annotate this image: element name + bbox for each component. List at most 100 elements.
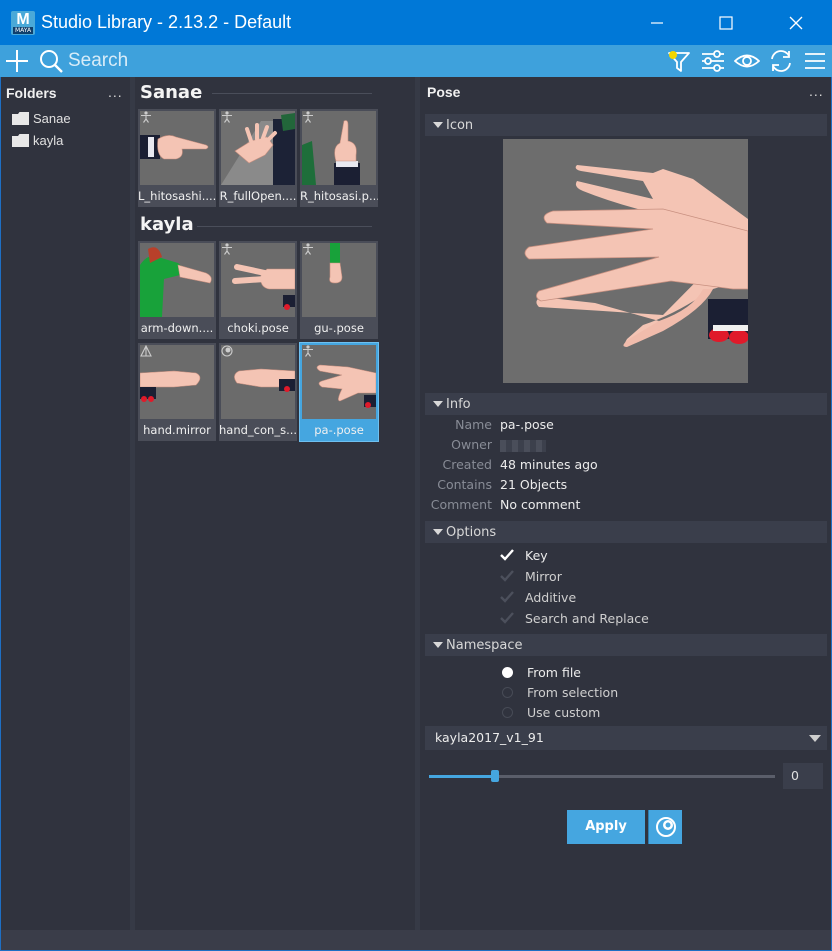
- info-label: Created: [442, 457, 492, 472]
- collapse-icon: [433, 122, 443, 128]
- apply-button[interactable]: Apply: [567, 810, 645, 844]
- option-label: Search and Replace: [525, 610, 649, 626]
- main-area: Folders ... Sanae kayla Sanae L_hitosash…: [1, 77, 831, 950]
- info-row-contains: Contains 21 Objects: [420, 477, 831, 497]
- blend-slider-handle[interactable]: [490, 770, 499, 782]
- sliders-button[interactable]: [700, 48, 726, 74]
- blend-slider-fill: [429, 775, 495, 778]
- option-key[interactable]: Key: [500, 545, 548, 565]
- folder-item-kayla[interactable]: kayla: [12, 131, 63, 149]
- option-search-replace[interactable]: Search and Replace: [500, 608, 649, 628]
- namespace-value: kayla2017_v1_91: [435, 730, 544, 745]
- folder-label: kayla: [33, 132, 64, 148]
- sync-button[interactable]: [768, 48, 794, 74]
- pose-item[interactable]: gu-.pose: [300, 241, 378, 339]
- section-namespace-header[interactable]: Namespace: [425, 634, 827, 656]
- info-label: Comment: [430, 497, 492, 512]
- namespace-from-file[interactable]: From file: [500, 662, 581, 682]
- info-label: Owner: [451, 437, 492, 452]
- info-value: No comment: [500, 497, 581, 512]
- minimize-button[interactable]: [622, 0, 692, 45]
- blend-slider-track[interactable]: [429, 775, 775, 778]
- info-label: Contains: [437, 477, 492, 492]
- redacted-owner: [500, 440, 546, 452]
- info-value: 21 Objects: [500, 477, 568, 492]
- toolbar: [0, 45, 832, 77]
- pose-item[interactable]: choki.pose: [219, 241, 297, 339]
- pose-item[interactable]: hand.mirror: [138, 343, 216, 441]
- folder-icon: [12, 111, 29, 125]
- folders-title: Folders: [6, 85, 57, 101]
- filter-button[interactable]: [666, 48, 692, 74]
- pose-item[interactable]: R_hitosasi.p...: [300, 109, 378, 207]
- minimize-icon: [651, 21, 663, 24]
- details-title: Pose: [427, 84, 461, 100]
- option-mirror[interactable]: Mirror: [500, 566, 562, 586]
- view-button[interactable]: [734, 48, 760, 74]
- namespace-use-custom[interactable]: Use custom: [500, 702, 600, 722]
- filter-icon: [668, 51, 690, 72]
- group-title-sanae: Sanae: [140, 82, 203, 103]
- maximize-button[interactable]: [691, 0, 761, 45]
- section-options-header[interactable]: Options: [425, 521, 827, 543]
- checkmark-icon: [500, 570, 514, 582]
- details-panel: Pose ... Icon Info Name pa-.pose Owner C…: [420, 77, 831, 930]
- namespace-from-selection[interactable]: From selection: [500, 682, 618, 702]
- folder-item-sanae[interactable]: Sanae: [12, 109, 71, 127]
- section-icon-header[interactable]: Icon: [425, 114, 827, 136]
- checkmark-icon: [500, 591, 514, 603]
- search-input[interactable]: [68, 49, 568, 73]
- maya-app-icon: M MAYA: [11, 11, 35, 35]
- pose-item[interactable]: L_hitosashi....: [138, 109, 216, 207]
- radio-unselected-icon: [502, 686, 513, 698]
- figure-icon: [303, 243, 313, 255]
- menu-button[interactable]: [802, 48, 828, 74]
- checkmark-icon: [500, 549, 514, 561]
- collapse-icon: [433, 529, 443, 535]
- mirror-icon: [140, 345, 152, 357]
- blend-value-field[interactable]: 0: [783, 763, 823, 789]
- search-icon: [40, 50, 63, 73]
- option-label: Additive: [525, 589, 577, 605]
- radio-label: From file: [527, 664, 581, 680]
- folders-more-button[interactable]: ...: [108, 84, 123, 100]
- dropdown-arrow-icon: [809, 735, 821, 742]
- pose-caption: L_hitosashi....: [138, 189, 216, 203]
- pose-item[interactable]: arm-down....: [138, 241, 216, 339]
- add-icon: [6, 50, 28, 72]
- option-label: Mirror: [525, 568, 562, 584]
- figure-icon: [222, 243, 232, 255]
- title-bar: M MAYA Studio Library - 2.13.2 - Default: [0, 0, 832, 45]
- option-additive[interactable]: Additive: [500, 587, 576, 607]
- pose-item[interactable]: hand_con_s...: [219, 343, 297, 441]
- info-label: Name: [455, 417, 492, 432]
- maximize-icon: [719, 15, 733, 30]
- section-info-header[interactable]: Info: [425, 393, 827, 415]
- search-button[interactable]: [38, 48, 64, 74]
- section-label: Icon: [446, 117, 474, 133]
- info-value: 48 minutes ago: [500, 457, 598, 472]
- folder-label: Sanae: [33, 110, 71, 126]
- add-button[interactable]: [4, 48, 30, 74]
- namespace-combo[interactable]: kayla2017_v1_91: [425, 726, 827, 750]
- figure-icon: [303, 345, 313, 357]
- pose-caption: pa-.pose: [314, 423, 364, 437]
- pose-caption: gu-.pose: [314, 321, 364, 335]
- pose-item-selected[interactable]: pa-.pose: [299, 342, 379, 442]
- details-more-button[interactable]: ...: [809, 83, 824, 99]
- eye-icon: [734, 54, 760, 68]
- pose-preview-image: [503, 139, 748, 383]
- close-button[interactable]: [761, 0, 831, 45]
- radio-selected-icon: [502, 666, 513, 678]
- pose-item[interactable]: R_fullOpen....: [219, 109, 297, 207]
- status-bar: [1, 930, 831, 950]
- info-row-name: Name pa-.pose: [420, 417, 831, 437]
- radio-label: Use custom: [527, 704, 601, 720]
- apply-options-button[interactable]: [648, 810, 682, 844]
- collapse-icon: [433, 401, 443, 407]
- close-icon: [789, 16, 803, 29]
- collapse-icon: [433, 642, 443, 648]
- pose-caption: hand.mirror: [143, 423, 211, 437]
- sliders-icon: [702, 50, 724, 72]
- group-divider: [197, 226, 372, 227]
